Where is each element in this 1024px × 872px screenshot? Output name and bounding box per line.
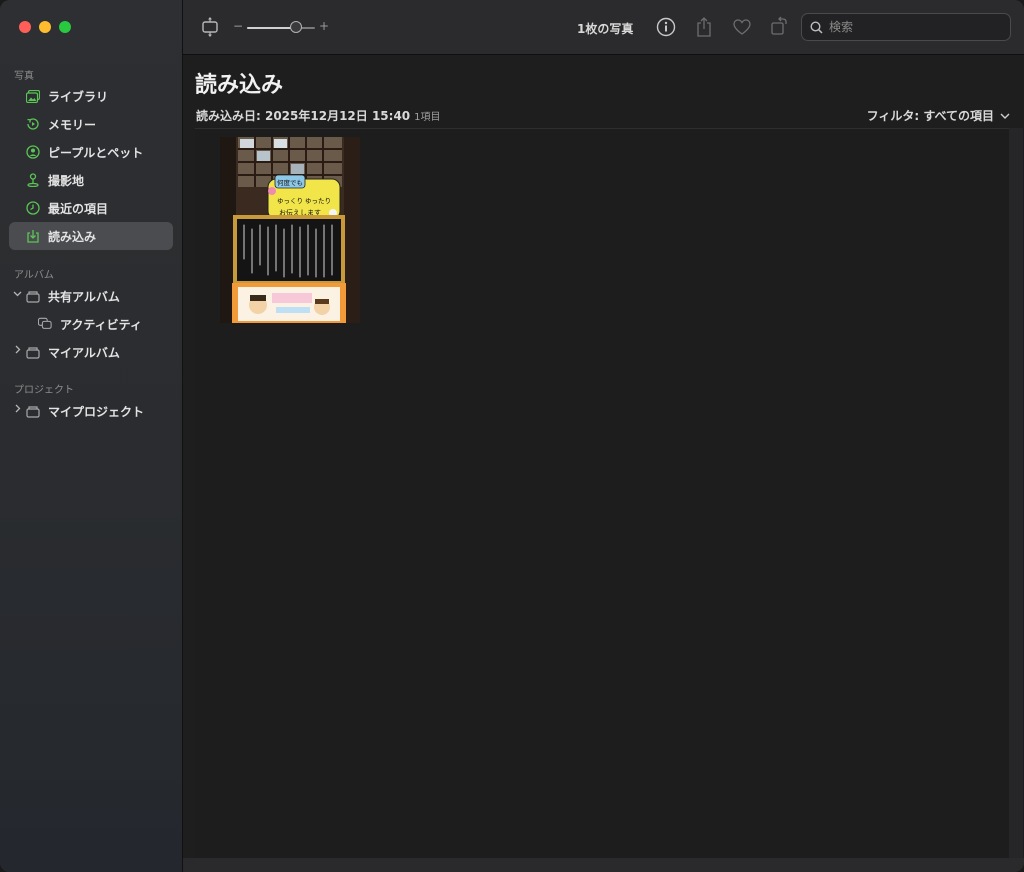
- sidebar-item-memories[interactable]: メモリー: [9, 110, 173, 138]
- main-content: 読み込み 読み込み日: 2025年12月12日 15:40 1項目 フィルタ: す…: [183, 55, 1024, 872]
- sidebar-item-label: 共有アルバム: [48, 289, 120, 304]
- chevron-down-icon[interactable]: [12, 289, 22, 301]
- import-icon: [26, 229, 40, 243]
- share-button[interactable]: [695, 16, 713, 38]
- sidebar-item-places[interactable]: 撮影地: [9, 166, 173, 194]
- sidebar-item-shared-albums[interactable]: 共有アルバム: [9, 282, 173, 310]
- sidebar-item-my-albums[interactable]: マイアルバム: [9, 338, 173, 366]
- zoom-slider[interactable]: [247, 27, 315, 29]
- bottom-strip: [183, 858, 1024, 872]
- filter-menu[interactable]: フィルタ: すべての項目: [867, 107, 1010, 124]
- import-date-label: 読み込み日: 2025年12月12日 15:40: [196, 109, 411, 123]
- favorite-button[interactable]: [732, 17, 752, 37]
- memories-icon: [26, 117, 40, 131]
- sidebar-item-my-projects[interactable]: マイプロジェクト: [9, 397, 173, 425]
- sidebar-item-label: アクティビティ: [60, 317, 142, 332]
- sidebar-item-label: マイアルバム: [48, 345, 120, 360]
- close-window-button[interactable]: [19, 21, 31, 33]
- bubble-text-line2: ゆっくり ゆったり: [277, 197, 331, 205]
- sidebar-item-activity[interactable]: アクティビティ: [9, 310, 173, 338]
- sidebar-item-label: 読み込み: [48, 229, 97, 244]
- sidebar-item-label: メモリー: [48, 117, 97, 132]
- photo-library-icon: [26, 89, 40, 103]
- rotate-icon: [771, 16, 787, 35]
- section-label-projects: プロジェクト: [14, 385, 74, 396]
- sidebar-item-label: マイプロジェクト: [48, 404, 145, 419]
- chevron-down-icon: [1000, 112, 1010, 120]
- zoom-out-label[interactable]: −: [233, 19, 243, 33]
- filter-label: フィルタ: すべての項目: [866, 109, 994, 123]
- search-field[interactable]: [801, 13, 1011, 41]
- sidebar: 写真 ライブラリ メモリー ピープルとペット 撮影地 最近の項目 読み込み アル…: [0, 0, 183, 872]
- photo-image: 何度でも ゆっくり ゆったり お伝えします: [220, 137, 360, 323]
- sidebar-item-label: ライブラリ: [48, 89, 109, 104]
- section-label-photos: 写真: [14, 71, 34, 82]
- zoom-slider-knob[interactable]: [289, 21, 302, 33]
- photo-thumbnail[interactable]: 何度でも ゆっくり ゆったり お伝えします: [220, 137, 360, 323]
- shared-album-icon: [26, 289, 40, 303]
- clock-icon: [26, 201, 40, 215]
- import-item-count: 1項目: [414, 112, 441, 123]
- bubble-text-line1: 何度でも: [277, 178, 303, 187]
- import-group-header: 読み込み日: 2025年12月12日 15:40 1項目: [196, 107, 441, 124]
- project-folder-icon: [26, 404, 40, 418]
- sidebar-item-imports[interactable]: 読み込み: [9, 222, 173, 250]
- share-icon: [697, 17, 711, 37]
- info-button[interactable]: [656, 17, 676, 37]
- sidebar-item-label: 最近の項目: [48, 201, 109, 216]
- zoom-window-button[interactable]: [59, 21, 71, 33]
- minimize-window-button[interactable]: [39, 21, 51, 33]
- sidebar-item-recents[interactable]: 最近の項目: [9, 194, 173, 222]
- activity-icon: [38, 317, 52, 331]
- photo-grid: 何度でも ゆっくり ゆったり お伝えします: [195, 128, 1009, 859]
- sidebar-item-label: ピープルとペット: [48, 145, 144, 160]
- sidebar-item-people-pets[interactable]: ピープルとペット: [9, 138, 173, 166]
- photo-count: 1枚の写真: [577, 22, 634, 36]
- sidebar-item-label: 撮影地: [48, 173, 85, 188]
- heart-icon: [733, 19, 751, 35]
- zoom-slider-fill: [247, 27, 296, 29]
- rotate-button[interactable]: [770, 16, 788, 36]
- chevron-right-icon[interactable]: [12, 404, 22, 416]
- section-label-albums: アルバム: [14, 270, 54, 281]
- chevron-right-icon[interactable]: [12, 345, 22, 357]
- zoom-in-label[interactable]: +: [319, 19, 329, 33]
- search-input[interactable]: [827, 19, 1001, 35]
- photos-window: 写真 ライブラリ メモリー ピープルとペット 撮影地 最近の項目 読み込み アル…: [0, 0, 1024, 872]
- page-title: 読み込み: [195, 73, 284, 98]
- person-icon: [26, 145, 40, 159]
- map-pin-icon: [26, 173, 40, 187]
- sidebar-item-library[interactable]: ライブラリ: [9, 82, 173, 110]
- album-folder-icon: [26, 345, 40, 359]
- window-controls: [19, 21, 71, 33]
- aspect-toggle-button[interactable]: [201, 16, 219, 38]
- search-icon: [810, 20, 823, 34]
- vertical-scrollbar[interactable]: [1009, 128, 1023, 858]
- aspect-ratio-icon: [202, 17, 218, 37]
- info-icon: [656, 17, 676, 37]
- toolbar: − + 1枚の写真: [183, 0, 1024, 55]
